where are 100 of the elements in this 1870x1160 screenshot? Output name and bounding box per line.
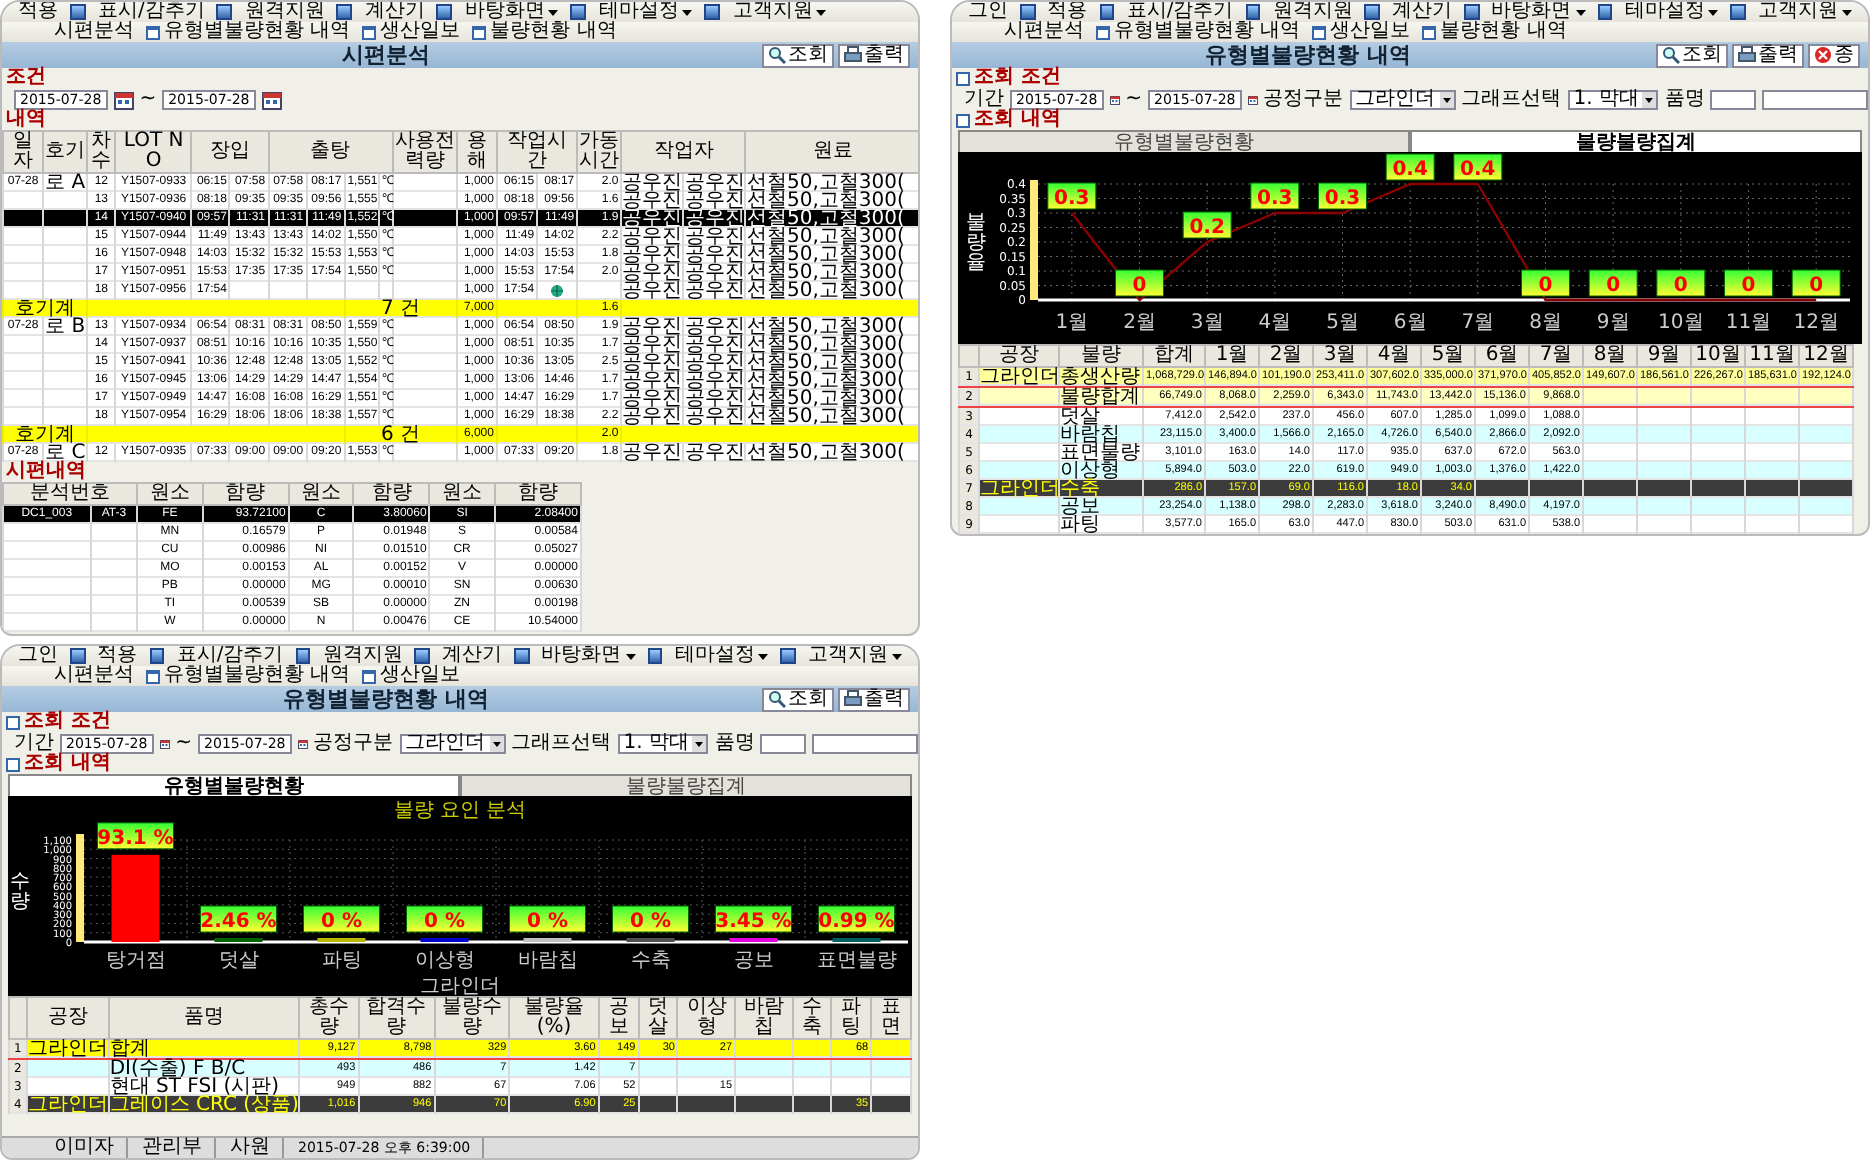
- table-cell: 공우진: [683, 390, 746, 408]
- window-tab[interactable]: 불량현황 내역: [1440, 22, 1567, 42]
- dropdown-arrow-icon[interactable]: [489, 735, 504, 751]
- axis-tick-label: 파팅: [321, 950, 362, 972]
- view-tab[interactable]: 유형별불량현황: [8, 774, 460, 796]
- caret-icon: [548, 9, 559, 15]
- column-header: 공장: [26, 997, 109, 1039]
- axis-tick-label: 표면불량: [816, 950, 897, 972]
- toolbar-icon[interactable]: [1245, 4, 1261, 20]
- column-header: 가동시간: [577, 131, 622, 173]
- caret-icon: [1708, 9, 1719, 15]
- data-label: 0.3: [1257, 188, 1293, 210]
- table-cell: 선철50,고철300(: [745, 390, 918, 408]
- axis-tick-label: 5월: [1326, 312, 1359, 334]
- table-cell: 총생산량: [1059, 367, 1143, 387]
- status-text: 사원: [218, 1138, 284, 1158]
- toolbar-icon[interactable]: [295, 648, 311, 664]
- input-field[interactable]: [812, 733, 918, 753]
- toolbar-icon[interactable]: [336, 4, 353, 20]
- toolbar-icon[interactable]: [216, 4, 233, 20]
- column-header: 불량: [1059, 345, 1143, 367]
- toolbar-icon[interactable]: [70, 648, 86, 664]
- window-tab[interactable]: 생산일보: [1330, 22, 1411, 42]
- toolbar-icon[interactable]: [1464, 4, 1480, 20]
- field-label: 기간: [964, 89, 1004, 109]
- input-field[interactable]: [1762, 89, 1868, 109]
- toolbar-icon[interactable]: [647, 648, 663, 664]
- column-header: 불량율(%): [509, 997, 599, 1039]
- toolbar-icon[interactable]: [1364, 4, 1380, 20]
- data-label: 0.4: [1453, 153, 1503, 181]
- table-cell: 공우진: [621, 354, 684, 372]
- toolbar-icon[interactable]: [1020, 4, 1036, 20]
- toolbar-icon[interactable]: [1099, 4, 1115, 20]
- table-cell: 공우진: [621, 264, 684, 282]
- toolbar-icon[interactable]: [1597, 4, 1613, 20]
- table-cell: 로 B: [43, 318, 88, 336]
- caret-icon: [1575, 9, 1586, 15]
- data-label: 0.3: [1324, 188, 1361, 210]
- window-tab[interactable]: 시편분석: [54, 666, 134, 686]
- toolbar-icon[interactable]: [149, 648, 165, 664]
- printer-icon: [844, 46, 862, 64]
- toolbar-icon[interactable]: [414, 648, 430, 664]
- dropdown-arrow-icon[interactable]: [692, 735, 707, 751]
- toolbar-icon[interactable]: [70, 4, 86, 20]
- toolbar-icon[interactable]: [570, 4, 587, 20]
- input-field[interactable]: [1710, 89, 1757, 109]
- toolbar-icon[interactable]: [436, 4, 453, 20]
- data-label: 0: [1538, 275, 1553, 297]
- window-tab[interactable]: 생산일보: [380, 22, 461, 42]
- axis-tick-label: 2월: [1123, 312, 1156, 334]
- table-cell: 그라인더: [26, 1096, 109, 1114]
- table-cell: 7 건: [344, 300, 457, 318]
- window-tab[interactable]: 시편분석: [54, 22, 134, 42]
- calendar-icon[interactable]: [113, 89, 134, 109]
- table-cell: 공우진: [621, 444, 684, 462]
- column-header: 7월: [1529, 345, 1583, 367]
- field-label: 공정구분: [313, 733, 394, 753]
- process-dropdown[interactable]: 그라인더: [399, 733, 506, 753]
- print-button[interactable]: 출력: [1732, 43, 1804, 67]
- search-button[interactable]: 조회: [762, 687, 834, 711]
- window-tab[interactable]: 불량현황 내역: [490, 22, 617, 42]
- search-button[interactable]: 조회: [1656, 43, 1728, 67]
- calendar-icon[interactable]: [261, 89, 282, 109]
- search-icon: [1662, 46, 1680, 64]
- subtotal-label: 호기계: [3, 300, 88, 318]
- table-cell: 공우진: [621, 336, 684, 354]
- close-button[interactable]: 종: [1808, 43, 1860, 67]
- graph-dropdown[interactable]: 1. 막대: [1567, 89, 1659, 109]
- window-title: 시편분석: [342, 43, 430, 67]
- toolbar-icon[interactable]: [1730, 4, 1746, 20]
- window-tab[interactable]: 시편분석: [1004, 22, 1084, 42]
- search-button[interactable]: 조회: [762, 43, 834, 67]
- toolbar-icon[interactable]: [514, 648, 530, 664]
- table-cell: 공우진: [683, 246, 746, 264]
- column-header: 표면: [871, 997, 911, 1039]
- table-cell: 선철50,고철300(: [745, 354, 918, 372]
- graph-dropdown[interactable]: 1. 막대: [617, 733, 709, 753]
- input-field[interactable]: [760, 733, 807, 753]
- dropdown-arrow-icon[interactable]: [1439, 91, 1454, 107]
- view-tab[interactable]: 유형별불량현황: [958, 130, 1410, 152]
- table-cell: 공우진: [621, 173, 684, 192]
- range-separator: ~: [1125, 89, 1143, 109]
- window-icon: [146, 25, 160, 39]
- view-tab[interactable]: 불량불량집계: [1410, 130, 1862, 152]
- column-header: 4월: [1367, 345, 1421, 367]
- view-tab[interactable]: 불량불량집계: [460, 774, 912, 796]
- print-button[interactable]: 출력: [838, 43, 910, 67]
- subtotal-label: 호기계: [3, 426, 88, 444]
- window-tab[interactable]: 생산일보: [380, 666, 461, 686]
- field-label: 품명: [1664, 89, 1705, 109]
- print-button[interactable]: 출력: [838, 687, 910, 711]
- axis-title: 수량: [10, 871, 30, 913]
- process-dropdown[interactable]: 그라인더: [1349, 89, 1456, 109]
- toolbar-icon[interactable]: [704, 4, 721, 20]
- dropdown-arrow-icon[interactable]: [1642, 91, 1657, 107]
- column-header: 공보: [598, 997, 639, 1039]
- section-label: 조회 내역: [24, 754, 111, 774]
- section-icon: [6, 715, 20, 729]
- toolbar-icon[interactable]: [780, 648, 796, 664]
- axis-tick-label: 공보: [733, 950, 774, 972]
